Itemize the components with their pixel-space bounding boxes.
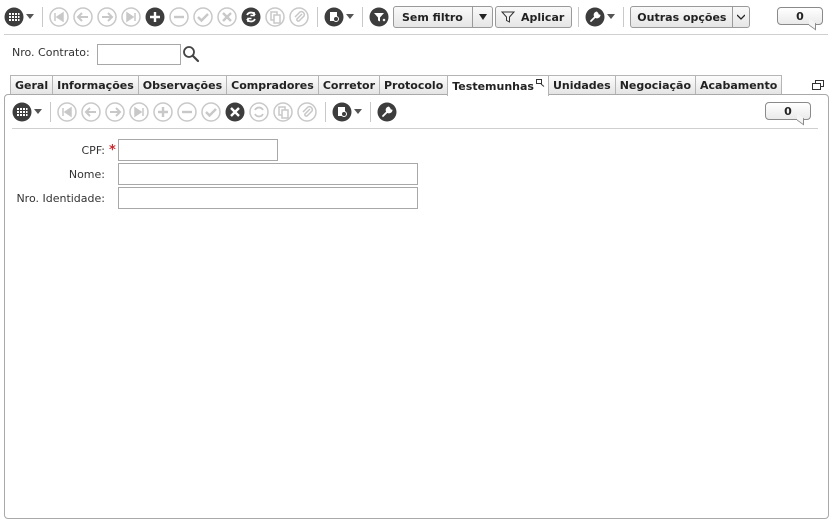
remove-record-icon[interactable] xyxy=(177,102,197,122)
first-record-icon[interactable] xyxy=(49,7,69,27)
tab-unidades[interactable]: Unidades xyxy=(547,75,616,95)
attachment-icon[interactable] xyxy=(297,102,317,122)
nome-label: Nome: xyxy=(68,168,105,181)
confirm-icon[interactable] xyxy=(193,7,213,27)
tab-protocolo[interactable]: Protocolo xyxy=(379,75,449,95)
last-record-icon[interactable] xyxy=(121,7,141,27)
grid-view-icon[interactable] xyxy=(4,7,24,27)
duplicate-icon[interactable] xyxy=(265,7,285,27)
wrench-icon[interactable] xyxy=(377,102,397,122)
tab-testemunhas-label: Testemunhas xyxy=(452,79,534,93)
cpf-input[interactable] xyxy=(118,139,278,161)
more-options-button[interactable]: Outras opções xyxy=(630,6,751,28)
tab-bar: Geral Informações Observações Compradore… xyxy=(10,75,783,96)
chevron-down-icon[interactable] xyxy=(472,7,492,27)
attachment-icon[interactable] xyxy=(289,7,309,27)
identidade-label: Nro. Identidade: xyxy=(16,192,105,205)
toolbar-separator xyxy=(50,102,51,122)
next-record-icon[interactable] xyxy=(105,102,125,122)
report-icon[interactable] xyxy=(332,102,352,122)
main-toolbar: Sem filtro Aplicar Outras opções xyxy=(4,3,828,31)
filter-icon[interactable] xyxy=(369,7,389,27)
wrench-icon[interactable] xyxy=(585,7,605,27)
tab-observacoes[interactable]: Observações xyxy=(137,75,228,95)
apply-filter-button[interactable]: Aplicar xyxy=(495,6,573,28)
detail-toolbar xyxy=(12,98,812,126)
tab-testemunhas[interactable]: Testemunhas xyxy=(447,75,549,96)
grid-view-dropdown-icon[interactable] xyxy=(34,102,42,122)
nome-input[interactable] xyxy=(118,163,418,185)
toolbar-separator xyxy=(578,7,580,27)
toolbar-separator xyxy=(317,7,318,27)
toolbar-separator xyxy=(42,7,43,27)
detail-toolbar-divider xyxy=(12,128,818,129)
first-record-icon[interactable] xyxy=(57,102,77,122)
search-icon[interactable] xyxy=(182,45,200,63)
refresh-icon[interactable] xyxy=(249,102,269,122)
tab-acabamento[interactable]: Acabamento xyxy=(695,75,783,95)
report-dropdown-icon[interactable] xyxy=(346,7,354,27)
detail-record-count-badge: 0 xyxy=(765,102,811,120)
toolbar-divider xyxy=(4,34,828,35)
restore-window-icon[interactable] xyxy=(812,80,824,91)
contract-number-label: Nro. Contrato: xyxy=(12,46,90,59)
duplicate-icon[interactable] xyxy=(273,102,293,122)
last-record-icon[interactable] xyxy=(129,102,149,122)
tab-informacoes[interactable]: Informações xyxy=(52,75,139,95)
previous-record-icon[interactable] xyxy=(81,102,101,122)
add-record-icon[interactable] xyxy=(145,7,165,27)
cpf-label: CPF: xyxy=(81,144,106,157)
record-count-badge: 0 xyxy=(777,7,823,25)
cancel-icon[interactable] xyxy=(225,102,245,122)
grid-view-icon[interactable] xyxy=(12,102,32,122)
tab-corretor[interactable]: Corretor xyxy=(317,75,380,95)
identidade-input[interactable] xyxy=(118,187,418,209)
funnel-icon xyxy=(501,11,515,23)
report-icon[interactable] xyxy=(324,7,344,27)
toolbar-separator xyxy=(325,102,326,122)
contract-number-input[interactable] xyxy=(97,44,181,65)
tab-compradores[interactable]: Compradores xyxy=(226,75,319,95)
toolbar-separator xyxy=(362,7,363,27)
refresh-icon[interactable] xyxy=(241,7,261,27)
cancel-icon[interactable] xyxy=(217,7,237,27)
apply-filter-label: Aplicar xyxy=(521,10,565,24)
toolbar-separator xyxy=(623,7,625,27)
add-record-icon[interactable] xyxy=(153,102,173,122)
filter-select[interactable]: Sem filtro xyxy=(393,6,493,28)
next-record-icon[interactable] xyxy=(97,7,117,27)
confirm-icon[interactable] xyxy=(201,102,221,122)
wrench-dropdown-icon[interactable] xyxy=(607,7,616,27)
tab-negociacao[interactable]: Negociação xyxy=(614,75,696,95)
remove-record-icon[interactable] xyxy=(169,7,189,27)
tab-geral[interactable]: Geral xyxy=(10,75,54,95)
toolbar-separator xyxy=(370,102,371,122)
previous-record-icon[interactable] xyxy=(73,7,93,27)
filter-select-label: Sem filtro xyxy=(402,10,463,24)
more-options-label: Outras opções xyxy=(637,10,727,24)
chevron-down-icon[interactable] xyxy=(732,7,749,27)
detach-tab-icon[interactable] xyxy=(535,79,545,87)
grid-view-dropdown-icon[interactable] xyxy=(26,7,34,27)
report-dropdown-icon[interactable] xyxy=(354,102,362,122)
required-marker: * xyxy=(109,143,116,158)
